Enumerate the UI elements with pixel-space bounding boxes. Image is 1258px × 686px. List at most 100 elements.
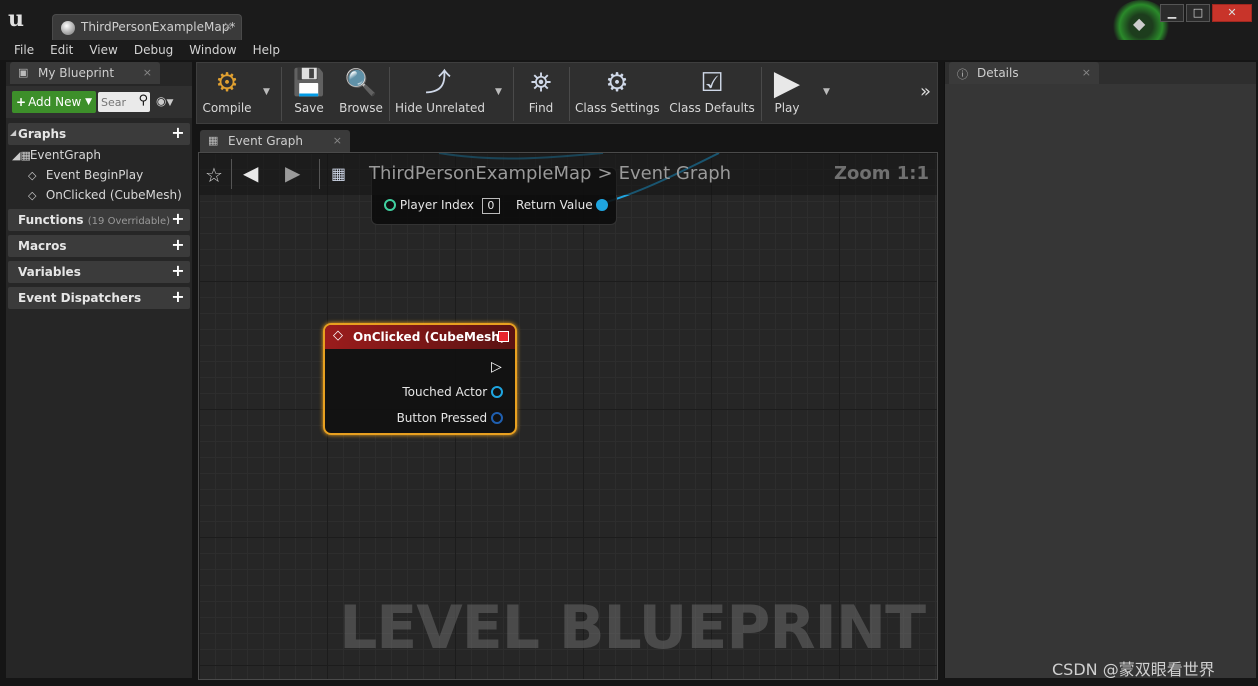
- toolbar-separator: [569, 67, 570, 121]
- maximize-button[interactable]: □: [1186, 4, 1210, 22]
- tree-item-label: OnClicked (CubeMesh): [45, 188, 182, 202]
- class-settings-button[interactable]: ⚙ Class Settings: [575, 65, 660, 123]
- menu-edit[interactable]: Edit: [42, 40, 81, 60]
- browse-button[interactable]: 🔍 Browse: [337, 65, 385, 123]
- close-tab-icon[interactable]: ×: [143, 66, 152, 79]
- functions-label: Functions: [18, 213, 84, 227]
- zoom-level: Zoom 1:1: [833, 163, 929, 184]
- pin-icon: [596, 199, 609, 211]
- return-value-pin[interactable]: Return Value: [516, 198, 609, 212]
- class-defaults-label: Class Defaults: [669, 101, 755, 115]
- breadcrumb-root[interactable]: ThirdPersonExampleMap: [369, 163, 591, 184]
- forward-arrow-icon[interactable]: ▶: [285, 161, 300, 185]
- tree-item-event-graph[interactable]: ◢▦ EventGraph: [12, 148, 101, 162]
- menu-help[interactable]: Help: [245, 40, 288, 60]
- menu-file[interactable]: File: [6, 40, 42, 60]
- csdn-watermark: CSDN @蒙双眼看世界: [1052, 660, 1215, 679]
- level-icon: [61, 21, 75, 35]
- back-arrow-icon[interactable]: ◀: [243, 161, 258, 185]
- more-tools-chevron-icon[interactable]: »: [920, 81, 931, 102]
- hide-unrelated-button[interactable]: ⤴ Hide Unrelated: [395, 65, 485, 123]
- menu-window[interactable]: Window: [181, 40, 244, 60]
- play-options-dropdown-icon[interactable]: ▼: [823, 87, 830, 97]
- binoculars-icon: ⛯: [530, 68, 552, 98]
- save-label: Save: [294, 101, 324, 115]
- view-options-button[interactable]: ◉▼: [156, 94, 188, 110]
- event-graph-tab[interactable]: ▦ Event Graph ×: [200, 130, 350, 152]
- search-box[interactable]: ⚲: [98, 92, 150, 112]
- close-tab-icon[interactable]: ×: [1082, 66, 1091, 79]
- play-button[interactable]: ▶ Play: [765, 65, 809, 123]
- close-tab-icon[interactable]: ×: [223, 19, 233, 33]
- class-settings-label: Class Settings: [575, 101, 660, 115]
- compile-button[interactable]: ⚙ Compile: [201, 65, 253, 123]
- unreal-logo-icon[interactable]: u: [6, 6, 30, 30]
- pin-icon: [384, 199, 396, 211]
- event-diamond-icon: ◇: [28, 169, 37, 182]
- toolbar-separator: [281, 67, 282, 121]
- graph-navigation-bar: ☆ ◀ ▶ ▦ ThirdPersonExampleMap > Event Grap…: [199, 153, 937, 195]
- add-function-icon[interactable]: +: [170, 211, 186, 227]
- delegate-pin-icon[interactable]: [498, 331, 509, 342]
- add-event-dispatcher-icon[interactable]: +: [170, 289, 186, 305]
- tree-item-begin-play[interactable]: ◇ Event BeginPlay: [28, 168, 143, 182]
- search-input[interactable]: [101, 94, 131, 110]
- my-blueprint-panel: ▣ My Blueprint × +Add New ▼ ⚲ ◉▼ ◢ Graph…: [6, 62, 192, 678]
- plus-icon: +: [16, 95, 27, 109]
- section-variables[interactable]: Variables +: [8, 261, 190, 283]
- exec-output-pin-icon[interactable]: ▷: [491, 359, 502, 375]
- player-index-value[interactable]: 0: [481, 198, 500, 214]
- nav-separator: [231, 159, 232, 189]
- find-button[interactable]: ⛯ Find: [519, 65, 563, 123]
- book-icon: ▣: [18, 66, 29, 79]
- section-event-dispatchers[interactable]: Event Dispatchers +: [8, 287, 190, 309]
- section-graphs[interactable]: ◢ Graphs +: [8, 123, 190, 145]
- add-graph-icon[interactable]: +: [170, 125, 186, 141]
- on-clicked-event-node[interactable]: ◇ OnClicked (CubeMesh) ▷ Touched Actor B…: [323, 323, 517, 435]
- button-pressed-label: Button Pressed: [396, 411, 488, 425]
- nav-separator: [319, 159, 320, 189]
- document-tab[interactable]: ThirdPersonExampleMap* ×: [52, 14, 242, 40]
- my-blueprint-tab[interactable]: ▣ My Blueprint ×: [10, 62, 160, 84]
- save-button[interactable]: 💾 Save: [287, 65, 331, 123]
- my-blueprint-toolbar: +Add New ▼ ⚲ ◉▼: [6, 86, 192, 118]
- my-blueprint-tab-label: My Blueprint: [38, 66, 115, 80]
- favorite-star-icon[interactable]: ☆: [205, 163, 223, 187]
- section-functions[interactable]: Functions (19 Overridable) +: [8, 209, 190, 231]
- event-node-header[interactable]: ◇ OnClicked (CubeMesh): [325, 325, 515, 349]
- close-tab-icon[interactable]: ×: [333, 134, 342, 147]
- tree-item-on-clicked[interactable]: ◇ OnClicked (CubeMesh): [28, 188, 182, 202]
- menu-debug[interactable]: Debug: [126, 40, 181, 60]
- event-diamond-icon: ◇: [333, 328, 343, 343]
- minimize-button[interactable]: ▁: [1160, 4, 1184, 22]
- compile-options-dropdown-icon[interactable]: ▼: [263, 87, 270, 97]
- tree-item-label: Event BeginPlay: [45, 168, 144, 182]
- add-variable-icon[interactable]: +: [170, 263, 186, 279]
- touched-actor-pin[interactable]: Touched Actor: [402, 385, 503, 399]
- graph-icon: ▦: [331, 164, 347, 183]
- find-label: Find: [528, 101, 554, 115]
- return-value-label: Return Value: [516, 198, 593, 212]
- button-pressed-pin[interactable]: Button Pressed: [397, 411, 503, 425]
- search-icon: ⚲: [138, 93, 148, 108]
- menu-bar: File Edit View Debug Window Help: [0, 40, 1258, 60]
- event-graph-tab-label: Event Graph: [228, 134, 303, 148]
- blueprint-toolbar: ⚙ Compile ▼ 💾 Save 🔍 Browse ⤴ Hide Unrel…: [196, 62, 938, 124]
- section-macros[interactable]: Macros +: [8, 235, 190, 257]
- pin-icon: [491, 386, 503, 398]
- section-variables-label: Variables: [18, 265, 81, 279]
- section-graphs-label: Graphs: [18, 127, 67, 141]
- level-blueprint-watermark: LEVEL BLUEPRINT: [339, 593, 926, 663]
- details-tab[interactable]: ⓘ Details ×: [949, 62, 1099, 84]
- save-disk-icon: 💾: [292, 68, 326, 98]
- graph-editor[interactable]: Player Index 0 Return Value ☆ ◀ ▶ ▦ Thir…: [198, 152, 938, 680]
- add-new-button[interactable]: + Add New ▼: [12, 91, 96, 113]
- add-macro-icon[interactable]: +: [170, 237, 186, 253]
- section-functions-label: Functions (19 Overridable): [18, 213, 170, 227]
- section-event-dispatchers-label: Event Dispatchers: [18, 291, 142, 305]
- menu-view[interactable]: View: [81, 40, 125, 60]
- player-index-pin[interactable]: Player Index 0: [384, 198, 500, 214]
- close-window-button[interactable]: ✕: [1212, 4, 1252, 22]
- class-defaults-button[interactable]: ☑ Class Defaults: [669, 65, 755, 123]
- hide-unrelated-dropdown-icon[interactable]: ▼: [495, 87, 502, 97]
